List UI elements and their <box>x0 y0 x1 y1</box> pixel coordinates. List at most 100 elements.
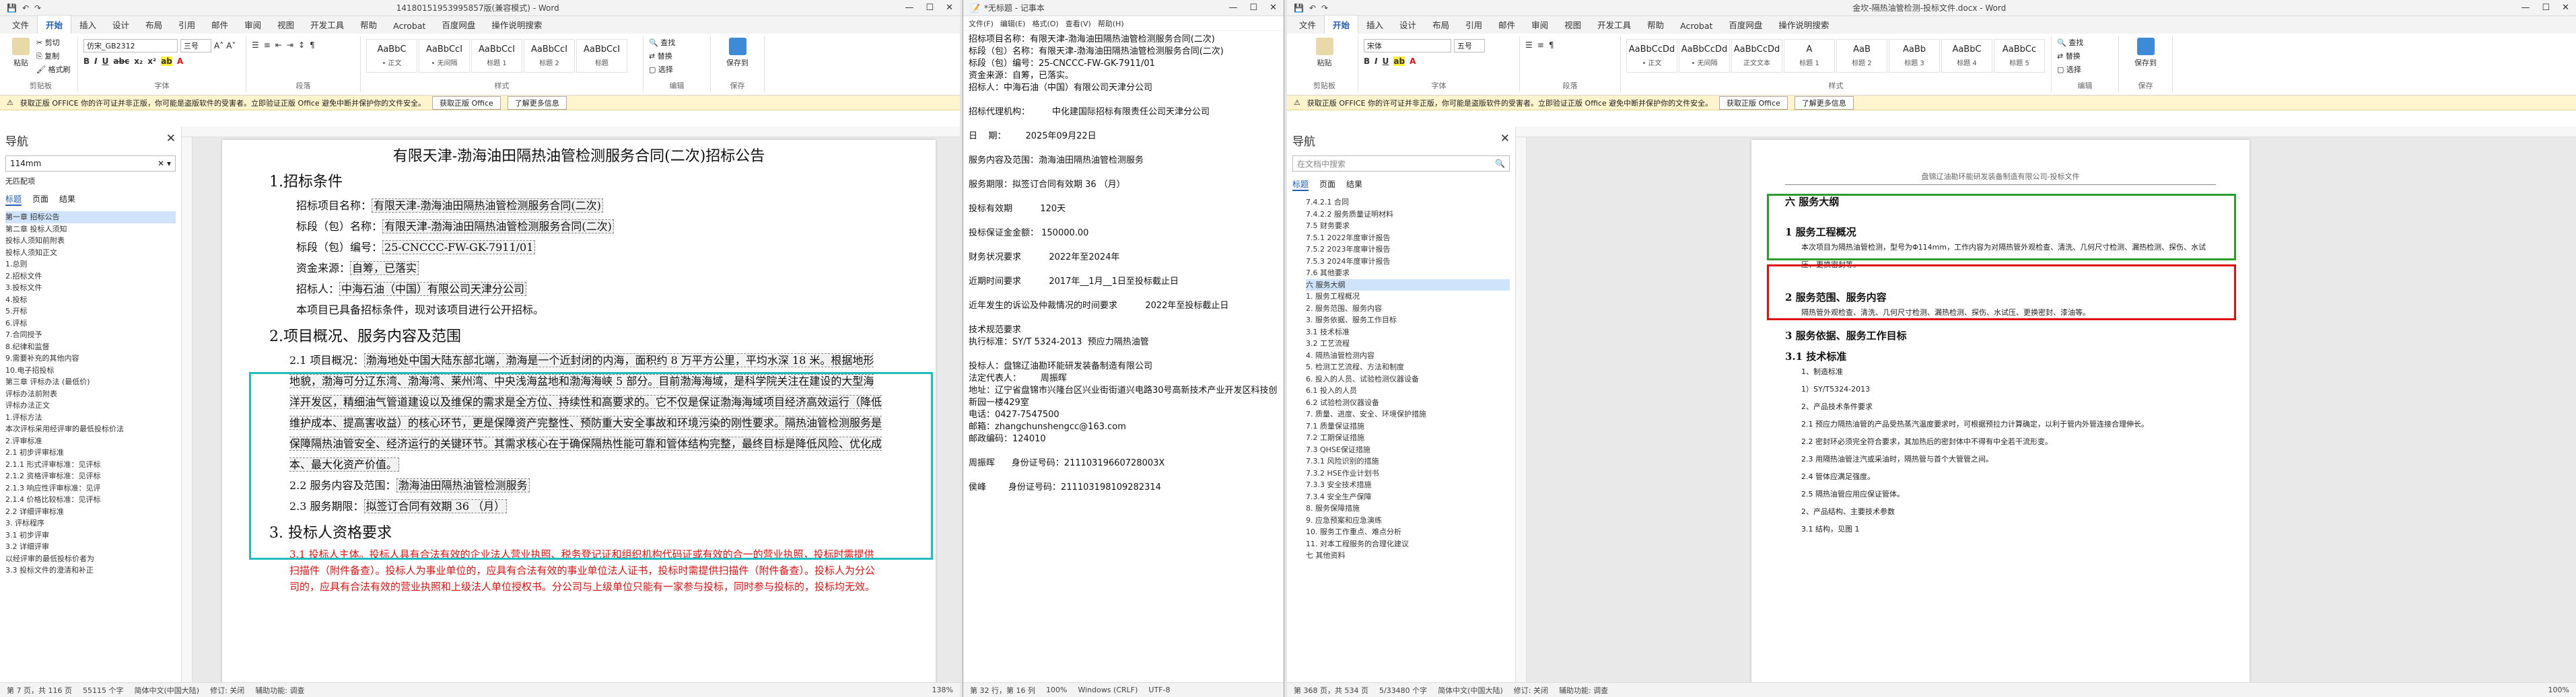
style-gallery-item[interactable]: AaBbC • 正文 <box>366 39 417 73</box>
nav-item[interactable]: 7.5.1 2022年度审计报告 <box>1306 232 1510 244</box>
nav-item[interactable]: 6.评标 <box>5 318 176 330</box>
nav-item[interactable]: 投标人须知前附表 <box>5 235 176 247</box>
select-button[interactable]: ▢ 选择 <box>2057 63 2113 77</box>
learn-more-button[interactable]: 了解更多信息 <box>507 96 567 110</box>
nav-item[interactable]: 第二章 投标人须知 <box>5 223 176 235</box>
minimize-icon[interactable]: — <box>905 3 913 13</box>
nav-item[interactable]: 7.4.2.2 服务质量证明材料 <box>1306 209 1510 221</box>
nav-item[interactable]: 7.2 工期保证措施 <box>1306 432 1510 444</box>
tab-6[interactable]: 邮件 <box>203 15 236 34</box>
tab-2[interactable]: 插入 <box>71 15 104 34</box>
nav-tab[interactable]: 结果 <box>59 193 75 206</box>
nav-item[interactable]: 七 其他资料 <box>1306 550 1510 562</box>
nav-item[interactable]: 10.电子招投标 <box>5 365 176 377</box>
maximize-icon[interactable]: ☐ <box>926 3 934 13</box>
close-icon[interactable]: ✕ <box>2562 3 2569 13</box>
nav-item[interactable]: 投标人须知正文 <box>5 247 176 259</box>
nav-item[interactable]: 评标办法前附表 <box>5 388 176 400</box>
style-gallery-item[interactable]: AaBbC 标题 4 <box>1941 39 1992 73</box>
get-genuine-button[interactable]: 获取正版 Office <box>432 96 501 110</box>
style-gallery-item[interactable]: AaBbCcI 标题 1 <box>471 39 522 73</box>
nav-item[interactable]: 7.3.2 HSE作业计划书 <box>1306 468 1510 480</box>
italic-button[interactable]: I <box>94 57 97 66</box>
nav-item[interactable]: 2.招标文件 <box>5 270 176 283</box>
style-gallery-item[interactable]: AaBb 标题 3 <box>1889 39 1940 73</box>
replace-button[interactable]: ⇄ 替换 <box>2057 50 2113 63</box>
underline-button[interactable]: U <box>102 57 109 66</box>
nav-item[interactable]: 7.4.2.1 合同 <box>1306 196 1510 209</box>
tab-10[interactable]: 帮助 <box>1639 15 1672 34</box>
nav-tab[interactable]: 标题 <box>5 193 22 206</box>
nav-item[interactable]: 5.开标 <box>5 305 176 318</box>
find-button[interactable]: 🔍 查找 <box>649 36 705 50</box>
nav-search-input[interactable]: 114mm ✕ ▾ <box>5 155 176 172</box>
tab-13[interactable]: 操作说明搜索 <box>483 15 550 34</box>
show-marks-icon[interactable]: ¶ <box>310 40 315 50</box>
nav-item[interactable]: 4.投标 <box>5 294 176 306</box>
nav-item[interactable]: 6.1 投入的人员 <box>1306 385 1510 397</box>
nav-item[interactable]: 10. 服务工作重点、难点分析 <box>1306 526 1510 538</box>
bold-button[interactable]: B <box>1364 57 1370 66</box>
style-gallery-item[interactable]: A 标题 1 <box>1784 39 1835 73</box>
nav-item[interactable]: 2.1.2 资格评审标准：见评标 <box>5 470 176 482</box>
style-gallery-item[interactable]: AaBbCcI • 无间隔 <box>419 39 470 73</box>
nav-item[interactable]: 4. 隔热油管检测内容 <box>1306 350 1510 362</box>
tab-11[interactable]: Acrobat <box>1672 18 1720 34</box>
nav-item[interactable]: 7.3.1 风险识别的措施 <box>1306 455 1510 468</box>
menu-item[interactable]: 帮助(H) <box>1098 18 1124 29</box>
show-marks-icon[interactable]: ¶ <box>1549 40 1554 50</box>
tab-7[interactable]: 审阅 <box>236 15 269 34</box>
nav-item[interactable]: 以经评审的最低投标价者为 <box>5 553 176 565</box>
nav-item[interactable]: 3.2 工艺流程 <box>1306 338 1510 350</box>
nav-item[interactable]: 3. 服务依据、服务工作目标 <box>1306 314 1510 326</box>
nav-item[interactable]: 1.评标方法 <box>5 412 176 424</box>
font-name-select[interactable]: 宋体 <box>1364 39 1451 52</box>
nav-item[interactable]: 7.合同授予 <box>5 329 176 341</box>
nav-item[interactable]: 2.2 详细评审标准 <box>5 506 176 518</box>
clear-icon[interactable]: ✕ ▾ <box>158 159 171 168</box>
nav-item[interactable]: 第三章 评标办法 (最低价) <box>5 376 176 388</box>
numbering-icon[interactable]: ≡ <box>1537 40 1544 50</box>
maximize-icon[interactable]: ☐ <box>1249 3 1257 13</box>
menu-item[interactable]: 查看(V) <box>1066 18 1091 29</box>
field-value[interactable]: 自筹，已落实 <box>350 261 419 275</box>
nav-item[interactable]: 8. 服务保障措施 <box>1306 503 1510 515</box>
nav-search-input[interactable]: 在文档中搜索 🔍 <box>1292 155 1510 172</box>
nav-item[interactable]: 2.1.1 形式评审标准：见评标 <box>5 459 176 471</box>
field-value[interactable]: 中海石油（中国）有限公司天津分公司 <box>339 282 527 296</box>
nav-tab[interactable]: 页面 <box>1319 178 1335 191</box>
nav-item[interactable]: 7.3 QHSE保证措施 <box>1306 444 1510 456</box>
format-painter-button[interactable]: 🖌 格式刷 <box>36 63 70 77</box>
nav-item[interactable]: 7.5.2 2023年度审计报告 <box>1306 244 1510 256</box>
nav-item[interactable]: 2.1 初步评审标准 <box>5 447 176 459</box>
nav-item[interactable]: 9.需要补充的其他内容 <box>5 353 176 365</box>
get-genuine-button[interactable]: 获取正版 Office <box>1719 96 1788 110</box>
nav-item[interactable]: 2.1.3 响应性评审标准：见评 <box>5 482 176 494</box>
superscript-button[interactable]: x² <box>147 57 156 66</box>
undo-icon[interactable]: ↶ <box>22 3 29 13</box>
redo-icon[interactable]: ↷ <box>34 3 41 13</box>
tab-3[interactable]: 设计 <box>104 15 137 34</box>
tab-8[interactable]: 视图 <box>269 15 302 34</box>
paste-button[interactable]: 粘贴 <box>1296 36 1352 69</box>
nav-item[interactable]: 六 服务大纲 <box>1306 279 1510 291</box>
nav-item[interactable]: 2. 服务范围、服务内容 <box>1306 303 1510 315</box>
numbering-icon[interactable]: ≡ <box>264 40 271 50</box>
tab-3[interactable]: 设计 <box>1391 15 1424 34</box>
nav-item[interactable]: 7. 质量、进度、安全、环境保护措施 <box>1306 408 1510 420</box>
nav-item[interactable]: 6. 投入的人员、试验检测仪器设备 <box>1306 373 1510 386</box>
nav-item[interactable]: 2.评审标准 <box>5 435 176 447</box>
font-size-select[interactable]: 三号 <box>180 39 211 52</box>
nav-item[interactable]: 评标办法正文 <box>5 400 176 412</box>
nav-item[interactable]: 1. 服务工程概况 <box>1306 291 1510 303</box>
nav-item[interactable]: 11. 对本工程服务的合理化建议 <box>1306 538 1510 550</box>
nav-item[interactable]: 3. 评标程序 <box>5 517 176 529</box>
highlight-button[interactable]: ab <box>1393 57 1405 66</box>
nav-item[interactable]: 9. 应急预案和应急演练 <box>1306 515 1510 527</box>
menu-item[interactable]: 文件(F) <box>969 18 994 29</box>
shrink-font-icon[interactable]: A˅ <box>226 41 236 50</box>
nav-item[interactable]: 7.6 其他要求 <box>1306 267 1510 279</box>
tab-9[interactable]: 开发工具 <box>1589 15 1639 34</box>
tab-8[interactable]: 视图 <box>1556 15 1589 34</box>
style-gallery-item[interactable]: AaBbCcI 标题 2 <box>524 39 575 73</box>
